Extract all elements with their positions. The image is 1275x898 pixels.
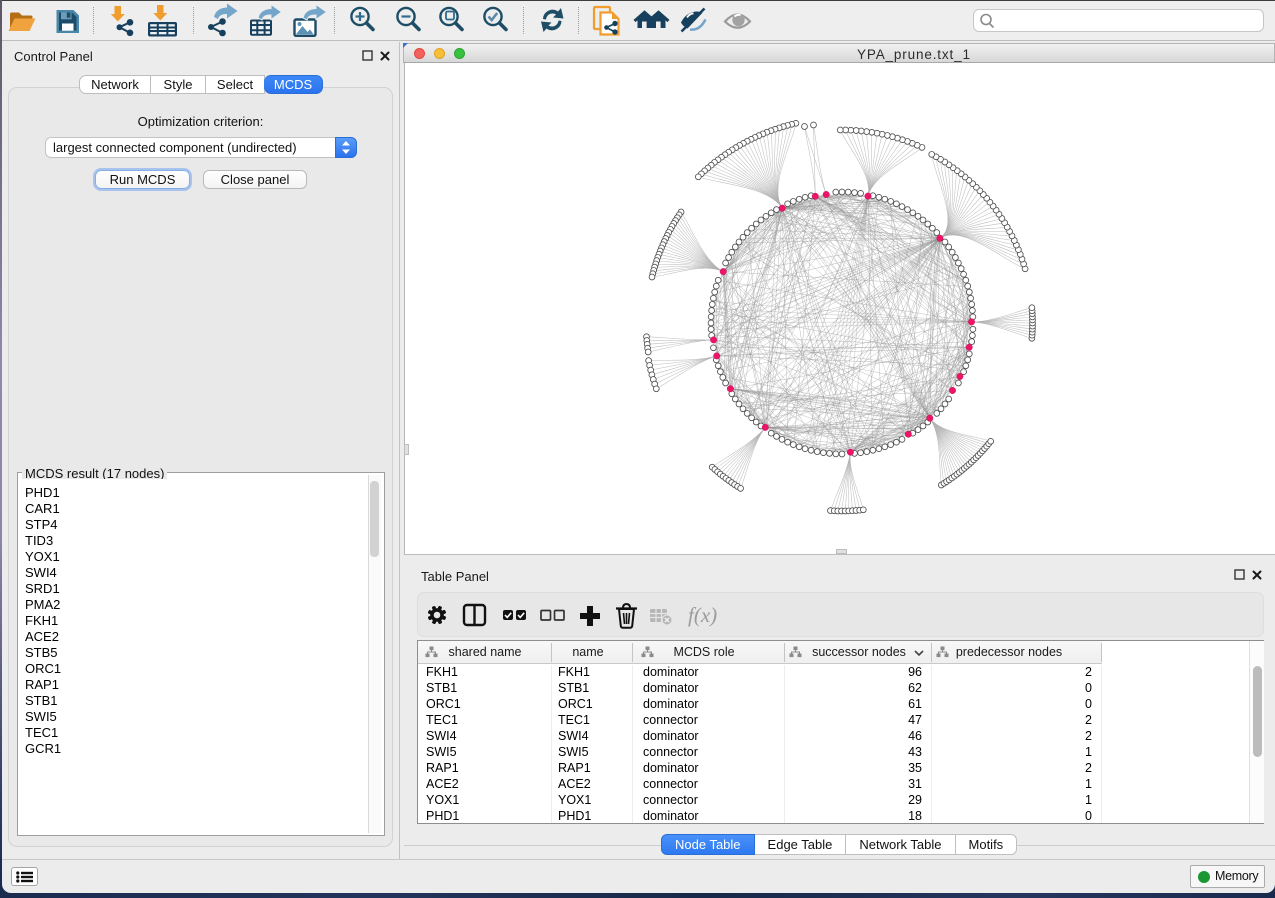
svg-text:f(x): f(x) (688, 603, 717, 627)
